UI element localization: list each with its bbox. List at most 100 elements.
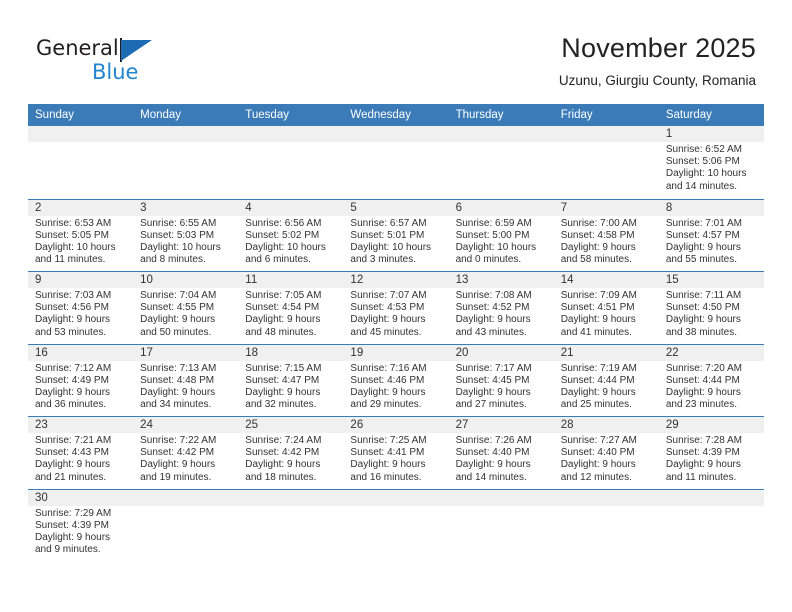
calendar-day-cell[interactable]: 4 Sunrise: 6:56 AM Sunset: 5:02 PM Daylight… — [238, 199, 344, 272]
calendar-day-cell[interactable]: 2 Sunrise: 6:53 AM Sunset: 5:05 PM Daylight… — [28, 199, 134, 272]
sunset-text: Sunset: 4:48 PM — [140, 374, 215, 386]
calendar-week-row: 23 Sunrise: 7:21 AM Sunset: 4:43 PM Dayligh… — [28, 416, 764, 489]
day-details: Sunrise: 7:26 AM Sunset: 4:40 PM Daylight:… — [449, 433, 554, 484]
daylight-text-line1: Daylight: 9 hours — [455, 386, 531, 398]
daylight-text-line1: Daylight: 9 hours — [455, 314, 531, 326]
day-number — [133, 126, 239, 142]
calendar-day-cell[interactable]: 9 Sunrise: 7:03 AM Sunset: 4:56 PM Daylight… — [28, 272, 134, 344]
day-details: Sunrise: 7:21 AM Sunset: 4:43 PM Daylight:… — [28, 433, 133, 484]
calendar-day-cell[interactable]: 3 Sunrise: 6:55 AM Sunset: 5:03 PM Daylight… — [133, 199, 239, 272]
day-details: Sunrise: 7:20 AM Sunset: 4:44 PM Daylight:… — [659, 361, 764, 412]
calendar-day-cell[interactable]: 27 Sunrise: 7:26 AM Sunset: 4:40 PM Dayligh… — [448, 417, 554, 489]
day-number: 7 — [553, 199, 659, 216]
page-header: General Blue November 2025 Uzunu, Giurgi… — [0, 0, 792, 104]
calendar-day-cell[interactable]: 28 Sunrise: 7:27 AM Sunset: 4:40 PM Dayligh… — [553, 417, 659, 489]
day-details: Sunrise: 7:11 AM Sunset: 4:50 PM Daylight:… — [659, 288, 764, 339]
calendar-day-cell[interactable]: 12 Sunrise: 7:07 AM Sunset: 4:53 PM Dayligh… — [343, 272, 449, 344]
brand-logo[interactable]: General Blue — [36, 36, 176, 88]
sunrise-text: Sunrise: 7:05 AM — [245, 290, 322, 301]
daylight-text-line2: and 41 minutes. — [560, 326, 632, 338]
daylight-text-line1: Daylight: 9 hours — [350, 314, 426, 326]
calendar-week-row: 16 Sunrise: 7:12 AM Sunset: 4:49 PM Dayligh… — [28, 343, 764, 417]
day-number: 26 — [343, 417, 449, 433]
day-details: Sunrise: 7:09 AM Sunset: 4:51 PM Daylight:… — [554, 288, 659, 339]
day-number: 16 — [28, 344, 134, 361]
calendar-day-cell[interactable]: 13 Sunrise: 7:08 AM Sunset: 4:52 PM Dayligh… — [448, 272, 554, 344]
calendar-day-cell[interactable]: 11 Sunrise: 7:05 AM Sunset: 4:54 PM Dayligh… — [238, 272, 344, 344]
sunset-text: Sunset: 4:58 PM — [560, 229, 635, 241]
calendar-day-cell[interactable]: 5 Sunrise: 6:57 AM Sunset: 5:01 PM Daylight… — [343, 199, 449, 272]
sunrise-text: Sunrise: 7:09 AM — [560, 290, 637, 301]
calendar-day-cell[interactable]: 15 Sunrise: 7:11 AM Sunset: 4:50 PM Dayligh… — [658, 272, 764, 344]
calendar-day-cell[interactable]: 17 Sunrise: 7:13 AM Sunset: 4:48 PM Dayligh… — [133, 344, 239, 417]
day-number — [448, 126, 554, 142]
calendar-day-cell[interactable]: 14 Sunrise: 7:09 AM Sunset: 4:51 PM Dayligh… — [553, 272, 659, 344]
daylight-text-line1: Daylight: 9 hours — [35, 459, 111, 471]
sunrise-text: Sunrise: 7:13 AM — [140, 362, 217, 374]
daylight-text-line2: and 55 minutes. — [665, 254, 738, 266]
calendar-day-cell[interactable]: 18 Sunrise: 7:15 AM Sunset: 4:47 PM Dayligh… — [238, 344, 344, 417]
day-details: Sunrise: 7:19 AM Sunset: 4:44 PM Daylight:… — [554, 361, 659, 412]
calendar-day-cell[interactable]: 19 Sunrise: 7:16 AM Sunset: 4:46 PM Dayligh… — [343, 344, 449, 417]
daylight-text-line1: Daylight: 9 hours — [560, 314, 636, 326]
day-number: 27 — [448, 417, 554, 433]
calendar-day-cell[interactable]: 10 Sunrise: 7:04 AM Sunset: 4:55 PM Dayligh… — [133, 272, 239, 344]
calendar-day-cell[interactable]: 23 Sunrise: 7:21 AM Sunset: 4:43 PM Dayligh… — [28, 417, 134, 489]
day-details: Sunrise: 6:57 AM Sunset: 5:01 PM Daylight:… — [343, 216, 448, 267]
sunset-text: Sunset: 4:52 PM — [455, 302, 530, 314]
day-number: 29 — [658, 417, 764, 433]
calendar-day-cell[interactable]: 22 Sunrise: 7:20 AM Sunset: 4:44 PM Dayligh… — [658, 344, 764, 417]
weekday-wednesday: Wednesday — [350, 109, 411, 121]
calendar-day-cell[interactable]: 24 Sunrise: 7:22 AM Sunset: 4:42 PM Dayligh… — [133, 417, 239, 489]
day-number — [343, 126, 449, 142]
calendar-day-cell[interactable]: 30 Sunrise: 7:29 AM Sunset: 4:39 PM Dayligh… — [28, 489, 134, 562]
calendar-week-row: 2 Sunrise: 6:53 AM Sunset: 5:05 PM Daylight… — [28, 198, 764, 272]
sunset-text: Sunset: 5:05 PM — [35, 229, 109, 241]
daylight-text-line1: Daylight: 9 hours — [560, 241, 636, 253]
calendar-day-cell[interactable]: 20 Sunrise: 7:17 AM Sunset: 4:45 PM Dayligh… — [448, 344, 554, 417]
day-details: Sunrise: 7:27 AM Sunset: 4:40 PM Daylight:… — [554, 433, 659, 484]
sunset-text: Sunset: 4:39 PM — [35, 519, 109, 531]
day-details — [449, 142, 554, 144]
title-block: November 2025 Uzunu, Giurgiu County, Rom… — [559, 32, 756, 90]
calendar-day-cell[interactable]: 8 Sunrise: 7:01 AM Sunset: 4:57 PM Daylight… — [658, 199, 764, 272]
weekday-sunday: Sunday — [35, 109, 75, 121]
sunrise-text: Sunrise: 7:16 AM — [350, 362, 427, 374]
daylight-text-line2: and 50 minutes. — [140, 326, 212, 338]
sunset-text: Sunset: 4:42 PM — [140, 447, 215, 459]
calendar-day-cell[interactable]: 6 Sunrise: 6:59 AM Sunset: 5:00 PM Daylight… — [448, 199, 554, 272]
daylight-text-line2: and 53 minutes. — [35, 326, 107, 338]
calendar-day-cell[interactable]: 26 Sunrise: 7:25 AM Sunset: 4:41 PM Dayligh… — [343, 417, 449, 489]
sunrise-text: Sunrise: 7:00 AM — [560, 217, 637, 229]
sunrise-text: Sunrise: 6:53 AM — [35, 217, 112, 229]
calendar-day-cell-empty — [553, 489, 659, 562]
daylight-text-line2: and 16 minutes. — [350, 471, 422, 483]
day-number — [448, 489, 554, 506]
day-details — [343, 142, 448, 144]
daylight-text-line1: Daylight: 9 hours — [35, 531, 111, 543]
day-number: 22 — [658, 344, 764, 361]
daylight-text-line1: Daylight: 9 hours — [245, 314, 321, 326]
calendar-day-cell[interactable]: 21 Sunrise: 7:19 AM Sunset: 4:44 PM Dayligh… — [553, 344, 659, 417]
daylight-text-line2: and 11 minutes. — [35, 254, 106, 266]
sunset-text: Sunset: 5:06 PM — [665, 156, 740, 168]
day-number: 23 — [28, 417, 134, 433]
day-details: Sunrise: 7:22 AM Sunset: 4:42 PM Daylight:… — [133, 433, 238, 484]
sunrise-text: Sunrise: 7:29 AM — [35, 507, 112, 519]
calendar-day-cell[interactable]: 29 Sunrise: 7:28 AM Sunset: 4:39 PM Dayligh… — [658, 417, 764, 489]
calendar-day-cell[interactable]: 1 Sunrise: 6:52 AM Sunset: 5:06 PM Daylight… — [658, 126, 764, 199]
day-details: Sunrise: 7:00 AM Sunset: 4:58 PM Daylight:… — [554, 216, 659, 267]
day-details: Sunrise: 7:25 AM Sunset: 4:41 PM Daylight:… — [343, 433, 448, 484]
calendar-day-cell[interactable]: 25 Sunrise: 7:24 AM Sunset: 4:42 PM Dayligh… — [238, 417, 344, 489]
sunrise-text: Sunrise: 7:03 AM — [35, 290, 112, 301]
daylight-text-line2: and 14 minutes. — [665, 180, 738, 192]
daylight-text-line2: and 48 minutes. — [245, 326, 317, 338]
sunset-text: Sunset: 4:43 PM — [35, 447, 109, 459]
calendar-day-cell-empty — [238, 126, 344, 199]
calendar-day-cell[interactable]: 7 Sunrise: 7:00 AM Sunset: 4:58 PM Daylight… — [553, 199, 659, 272]
daylight-text-line2: and 23 minutes. — [665, 399, 738, 411]
day-number: 24 — [133, 417, 239, 433]
day-details: Sunrise: 7:03 AM Sunset: 4:56 PM Daylight:… — [28, 288, 133, 339]
calendar-day-cell[interactable]: 16 Sunrise: 7:12 AM Sunset: 4:49 PM Dayligh… — [28, 344, 134, 417]
sunrise-text: Sunrise: 7:15 AM — [245, 362, 322, 374]
